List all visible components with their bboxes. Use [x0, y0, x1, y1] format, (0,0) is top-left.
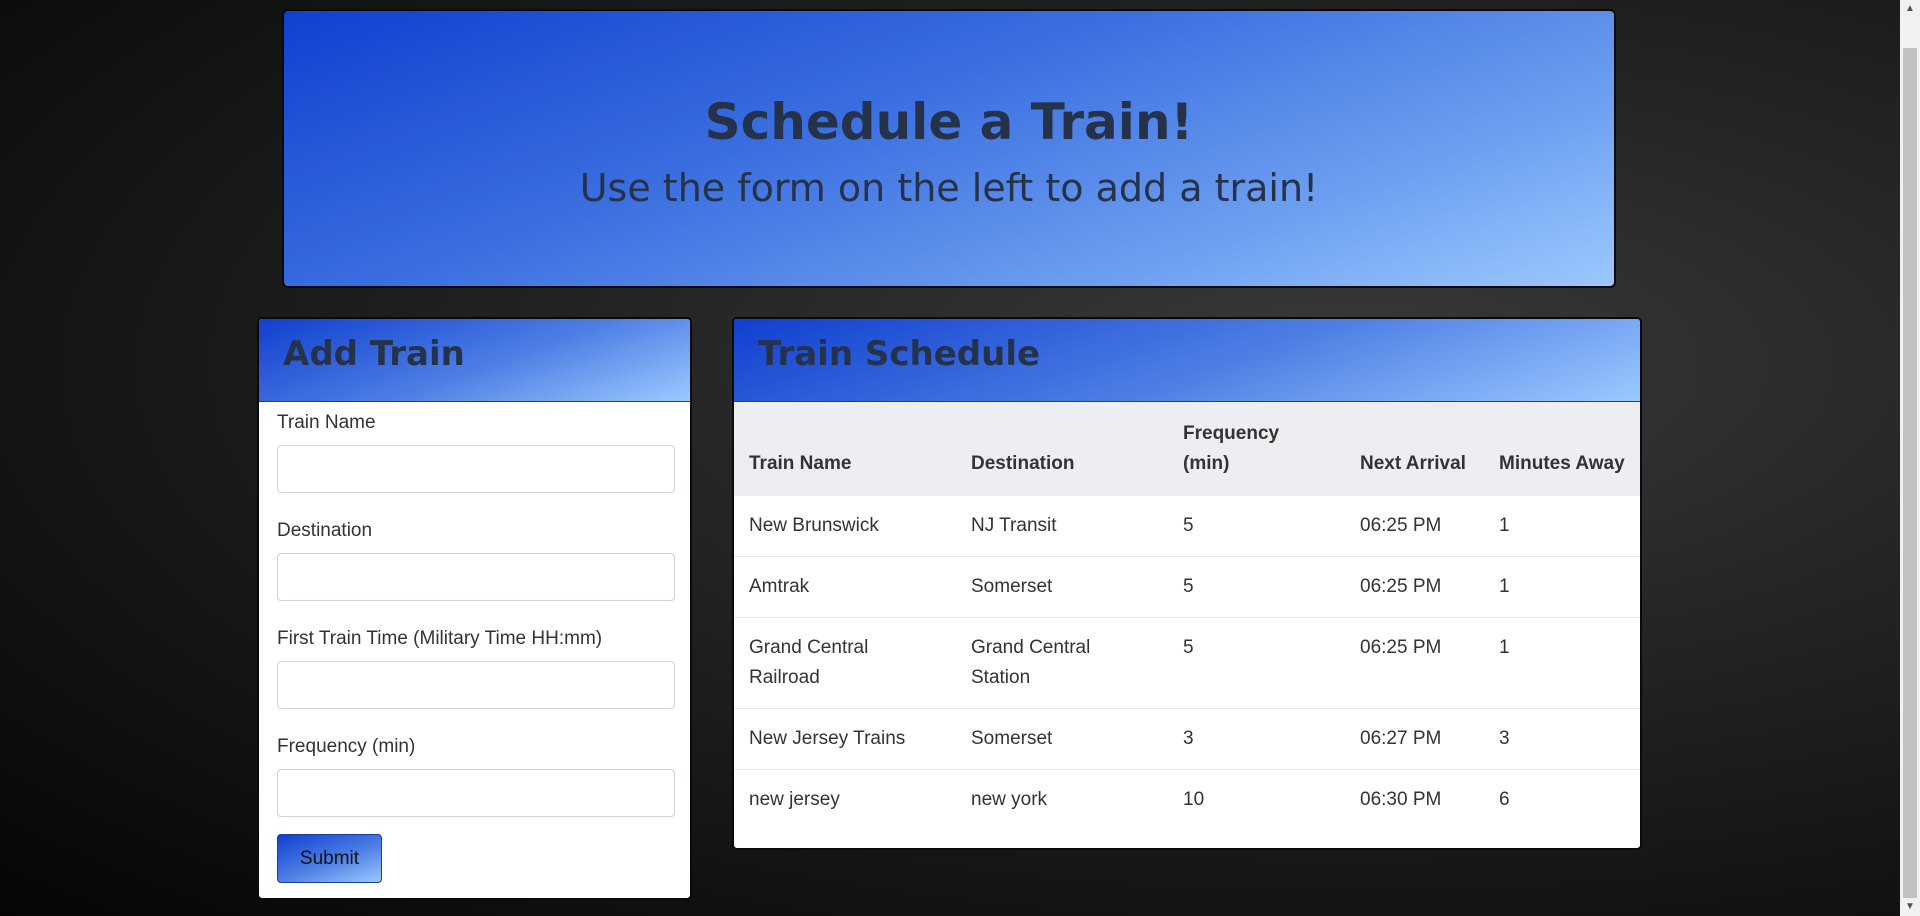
jumbotron: Schedule a Train! Use the form on the le…	[282, 9, 1616, 288]
add-train-header: Add Train	[259, 319, 690, 402]
add-train-card: Add Train Train Name Destination First T…	[257, 317, 692, 900]
cell-destination: Somerset	[956, 708, 1168, 770]
train-schedule-card: Train Schedule Train Name Destination Fr…	[732, 317, 1642, 850]
triangle-up-icon[interactable]: ▲	[1900, 0, 1920, 18]
cell-train-name: Grand Central Railroad	[734, 617, 956, 709]
first-train-time-input[interactable]	[277, 661, 675, 709]
cell-frequency: 5	[1168, 617, 1345, 709]
cell-minutes-away: 1	[1499, 515, 1510, 536]
cell-next-arrival: 06:25 PM	[1345, 617, 1484, 709]
triangle-down-icon[interactable]: ▼	[1900, 898, 1920, 916]
cell-destination: Grand Central Station	[956, 617, 1168, 709]
column-header-train-name: Train Name	[749, 453, 852, 474]
cell-next-arrival: 06:25 PM	[1345, 556, 1484, 618]
train-schedule-header: Train Schedule	[734, 319, 1640, 402]
first-train-time-group: First Train Time (Military Time HH:mm)	[277, 624, 675, 709]
cell-frequency: 5	[1183, 515, 1194, 536]
cell-minutes-away: 3	[1484, 708, 1640, 770]
table-row: New Jersey Trains Somerset 3 06:27 PM 3	[734, 708, 1640, 770]
cell-minutes-away: 6	[1484, 769, 1640, 830]
cell-destination: new york	[956, 769, 1168, 830]
column-header-destination: Destination	[971, 453, 1075, 474]
cell-frequency: 5	[1168, 556, 1345, 618]
column-header-next-arrival: Next Arrival	[1360, 453, 1466, 474]
vertical-scrollbar[interactable]: ▲ ▼	[1900, 0, 1920, 916]
cell-train-name: New Jersey Trains	[734, 708, 956, 770]
column-header-frequency: Frequency (min)	[1183, 423, 1280, 474]
cell-train-name: New Brunswick	[749, 515, 879, 536]
table-row: Amtrak Somerset 5 06:25 PM 1	[734, 556, 1640, 618]
destination-group: Destination	[277, 516, 675, 601]
frequency-group: Frequency (min)	[277, 732, 675, 817]
page: Schedule a Train! Use the form on the le…	[0, 0, 1900, 916]
page-subtitle: Use the form on the left to add a train!	[579, 166, 1319, 210]
table-row: New Brunswick NJ Transit 5 06:25 PM 1	[734, 496, 1640, 557]
train-name-input[interactable]	[277, 445, 675, 493]
cell-next-arrival: 06:27 PM	[1345, 708, 1484, 770]
destination-label: Destination	[277, 520, 373, 541]
table-row: Grand Central Railroad Grand Central Sta…	[734, 617, 1640, 709]
table-header: Train Name Destination Frequency (min) N…	[734, 402, 1640, 496]
train-schedule-title: Train Schedule	[758, 334, 1041, 374]
add-train-title: Add Train	[283, 334, 465, 374]
cell-destination: NJ Transit	[971, 515, 1057, 536]
table-header-row: Train Name Destination Frequency (min) N…	[734, 402, 1640, 496]
cell-minutes-away: 1	[1484, 617, 1640, 709]
column-header-minutes-away: Minutes Away	[1499, 453, 1625, 474]
cell-minutes-away: 1	[1484, 556, 1640, 618]
train-name-group: Train Name	[277, 408, 675, 493]
frequency-label: Frequency (min)	[277, 736, 416, 757]
cell-train-name: Amtrak	[734, 556, 956, 618]
cell-frequency: 3	[1168, 708, 1345, 770]
cell-destination: Somerset	[956, 556, 1168, 618]
train-name-label: Train Name	[277, 412, 376, 433]
cell-frequency: 10	[1168, 769, 1345, 830]
table-body: New Brunswick NJ Transit 5 06:25 PM 1 Am…	[734, 496, 1640, 830]
table-row: new jersey new york 10 06:30 PM 6	[734, 769, 1640, 830]
scrollbar-thumb[interactable]	[1903, 48, 1917, 898]
cell-train-name: new jersey	[734, 769, 956, 830]
frequency-input[interactable]	[277, 769, 675, 817]
cell-next-arrival: 06:30 PM	[1345, 769, 1484, 830]
page-title: Schedule a Train!	[704, 93, 1194, 151]
train-schedule-table: Train Name Destination Frequency (min) N…	[734, 402, 1640, 830]
submit-button[interactable]: Submit	[277, 834, 382, 883]
first-train-time-label: First Train Time (Military Time HH:mm)	[277, 628, 603, 649]
destination-input[interactable]	[277, 553, 675, 601]
add-train-form: Train Name Destination First Train Time …	[259, 408, 690, 883]
cell-next-arrival: 06:25 PM	[1360, 515, 1442, 536]
